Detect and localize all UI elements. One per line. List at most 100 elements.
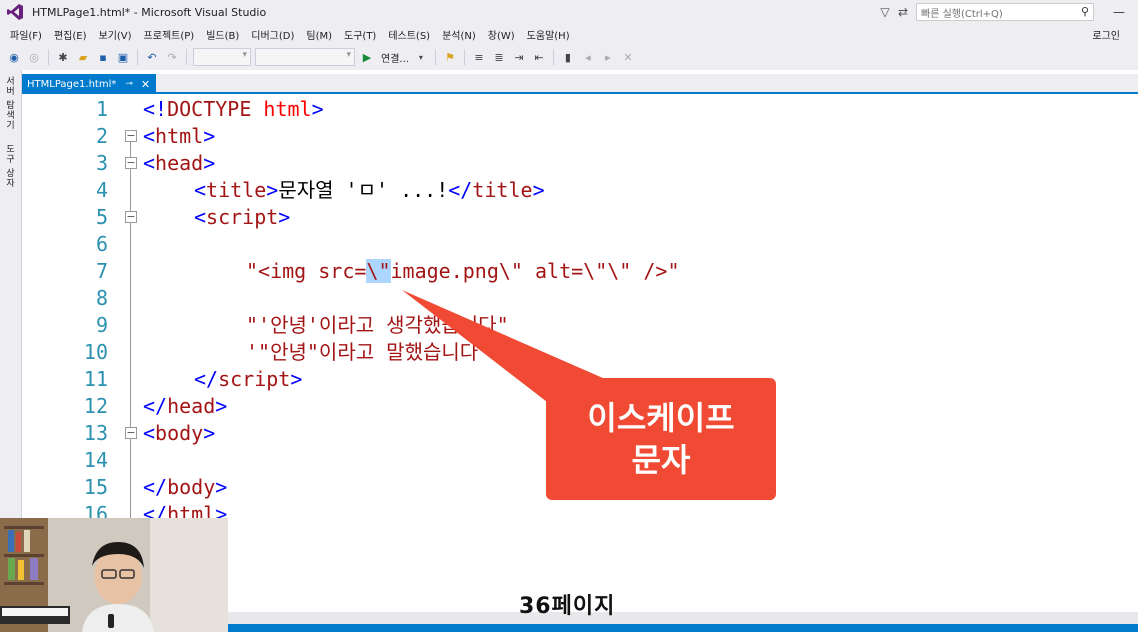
uncomment-icon[interactable]: ≣ <box>491 49 507 65</box>
menu-help[interactable]: 도움말(H) <box>521 27 576 42</box>
code-token: > <box>203 151 216 175</box>
menu-window[interactable]: 창(W) <box>482 27 521 42</box>
code-token: < <box>143 151 156 175</box>
selected-escape-sequence: \" <box>366 259 391 283</box>
code-token: html <box>251 97 312 121</box>
menu-edit[interactable]: 편집(E) <box>48 27 93 42</box>
menu-build[interactable]: 빌드(B) <box>200 27 245 42</box>
menu-debug[interactable]: 디버그(D) <box>245 27 300 42</box>
undo-icon[interactable]: ↶ <box>144 49 160 65</box>
toolbar-separator <box>552 49 554 65</box>
toolbox-tab[interactable]: 도구 상자 <box>3 144 16 188</box>
comment-icon[interactable]: ≡ <box>471 49 487 65</box>
code-token: head <box>167 394 216 418</box>
code-token: > <box>266 178 279 202</box>
menu-team[interactable]: 팀(M) <box>300 27 338 42</box>
code-token: 문자열 'ㅁ' ...! <box>278 178 449 202</box>
code-token: DOCTYPE <box>167 97 252 121</box>
save-all-icon[interactable]: ▣ <box>115 49 131 65</box>
run-icon[interactable]: ▶ <box>359 49 375 65</box>
toolbar: ◉ ◎ ✱ ▰ ▪ ▣ ↶ ↷ ▶ 연결... ▾ ⚑ ≡ ≣ ⇥ ⇤ ▮ ◂ … <box>0 44 1138 70</box>
toolbar-separator <box>434 49 436 65</box>
toolbar-separator <box>137 49 138 65</box>
browser-link-icon[interactable]: ⚑ <box>442 49 458 65</box>
visual-studio-logo-icon <box>4 1 26 23</box>
clear-bookmarks-icon[interactable]: ✕ <box>620 49 636 65</box>
menu-tools[interactable]: 도구(T) <box>338 27 382 42</box>
code-token: script <box>218 367 291 391</box>
line-number: 8 <box>95 286 108 310</box>
collapse-html-icon[interactable]: − <box>125 130 137 142</box>
code-token: < <box>143 124 156 148</box>
minimize-button[interactable]: — <box>1100 0 1138 24</box>
close-icon[interactable]: ✕ <box>141 78 150 91</box>
back-icon[interactable]: ◉ <box>6 49 22 65</box>
code-token: < <box>194 178 207 202</box>
code-token: head <box>155 151 204 175</box>
presenter-photo <box>0 518 228 632</box>
run-button-label[interactable]: 연결... <box>381 50 409 65</box>
redo-icon[interactable]: ↷ <box>164 49 180 65</box>
line-number: 12 <box>83 394 108 418</box>
line-number: 6 <box>95 232 108 256</box>
code-token: > <box>203 124 216 148</box>
code-line-15: </body> <box>143 474 227 501</box>
menu-analyze[interactable]: 분석(N) <box>436 27 482 42</box>
toolbar-separator <box>186 49 187 65</box>
code-line-2: <html> <box>143 123 215 150</box>
code-line-12: </head> <box>143 393 227 420</box>
menu-file[interactable]: 파일(F) <box>4 27 48 42</box>
code-token: > <box>215 394 228 418</box>
toolbar-separator <box>463 49 465 65</box>
code-token: <! <box>143 97 168 121</box>
code-token: title <box>206 178 267 202</box>
feedback-icon[interactable]: ⇄ <box>894 3 912 21</box>
menu-view[interactable]: 보기(V) <box>93 27 138 42</box>
document-tab-strip: HTMLPage1.html* ⊸ ✕ <box>22 74 1138 94</box>
chevron-down-icon[interactable]: ▾ <box>413 49 429 65</box>
collapse-head-icon[interactable]: − <box>125 157 137 169</box>
line-number: 11 <box>83 367 108 391</box>
code-token: > <box>215 475 228 499</box>
login-link[interactable]: 로그인 <box>1092 27 1120 42</box>
line-number: 15 <box>83 475 108 499</box>
tab-htmlpage1[interactable]: HTMLPage1.html* ⊸ ✕ <box>22 74 156 94</box>
indent-icon[interactable]: ⇥ <box>511 49 527 65</box>
code-line-5: <script> <box>194 204 290 231</box>
code-token: > <box>311 97 324 121</box>
menu-project[interactable]: 프로젝트(P) <box>138 27 201 42</box>
code-token: body <box>167 475 216 499</box>
server-explorer-tab[interactable]: 서버 탐색기 <box>3 76 16 130</box>
collapse-body-icon[interactable]: − <box>125 427 137 439</box>
webcam-overlay <box>0 518 228 632</box>
toolbar-separator <box>48 49 49 65</box>
next-bookmark-icon[interactable]: ▸ <box>600 49 616 65</box>
filter-icon[interactable]: ▽ <box>876 3 894 21</box>
prev-bookmark-icon[interactable]: ◂ <box>580 49 596 65</box>
code-token: > <box>278 205 291 229</box>
open-file-icon[interactable]: ▰ <box>75 49 91 65</box>
code-token: </ <box>143 394 168 418</box>
bookmark-icon[interactable]: ▮ <box>560 49 576 65</box>
menu-bar: 파일(F) 편집(E) 보기(V) 프로젝트(P) 빌드(B) 디버그(D) 팀… <box>0 24 1138 44</box>
code-line-10: '"안녕"이라고 말했습니다' <box>246 340 491 364</box>
save-icon[interactable]: ▪ <box>95 49 111 65</box>
platform-dropdown[interactable] <box>255 48 355 66</box>
outdent-icon[interactable]: ⇤ <box>531 49 547 65</box>
menu-test[interactable]: 테스트(S) <box>382 27 436 42</box>
quick-launch-input[interactable]: 빠른 실행(Ctrl+Q) ⚲ <box>916 3 1094 21</box>
new-project-icon[interactable]: ✱ <box>55 49 71 65</box>
collapse-script-icon[interactable]: − <box>125 211 137 223</box>
tab-label: HTMLPage1.html* <box>27 78 117 90</box>
line-number: 1 <box>95 97 108 121</box>
code-line-3: <head> <box>143 150 215 177</box>
code-token: > <box>290 367 303 391</box>
code-token: image.png\" alt=\"\" />" <box>390 259 680 283</box>
code-token: title <box>472 178 533 202</box>
code-line-11: </script> <box>194 366 302 393</box>
forward-icon[interactable]: ◎ <box>26 49 42 65</box>
solution-config-dropdown[interactable] <box>193 48 251 66</box>
code-line-7: "<img src=\"image.png\" alt=\"\" />" <box>246 258 680 285</box>
pin-icon[interactable]: ⊸ <box>125 79 133 89</box>
line-number: 3 <box>95 151 108 175</box>
